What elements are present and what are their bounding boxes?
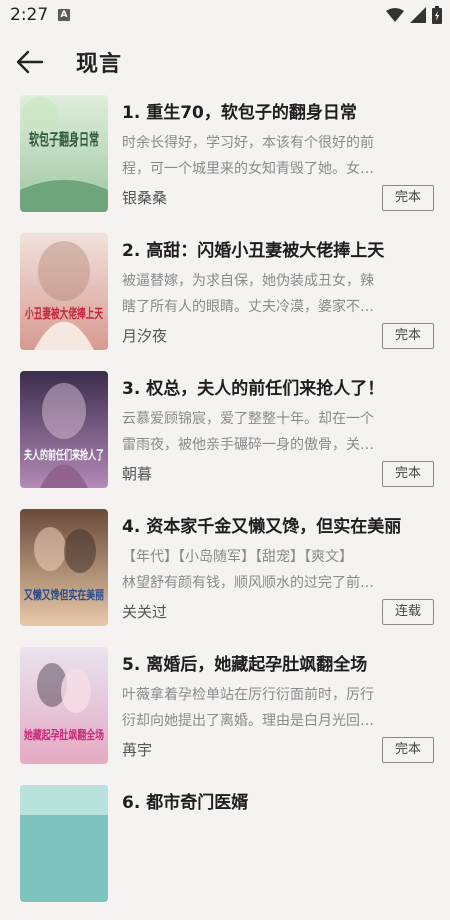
status-time: 2:27 <box>10 5 49 25</box>
status-badge: 完本 <box>382 185 434 211</box>
cover-title: 小丑妻被大佬捧上天 <box>25 306 104 322</box>
book-description: 被逼替嫁，为求自保，她伪装成丑女，辣 瞎了所有人的眼睛。丈夫冷漠，婆家不… <box>122 268 430 320</box>
book-cover: 她藏起孕肚飒翻全场 <box>20 647 108 764</box>
book-cover: 又懒又馋但实在美丽 <box>20 509 108 626</box>
app-bar: 现言 <box>0 32 450 92</box>
book-description-line: 云慕爱顾锦宸，爱了整整十年。却在一个 <box>122 411 374 427</box>
back-button[interactable] <box>14 46 46 78</box>
book-list: 软包子翻身日常 1. 重生70，软包子的翻身日常 时余长得好，学习好，本该有个很… <box>0 92 450 920</box>
wifi-icon <box>386 7 404 27</box>
page-title: 现言 <box>76 52 123 77</box>
cover-title: 她藏起孕肚飒翻全场 <box>24 727 104 742</box>
book-title: 6. 都市奇门医婿 <box>122 793 249 813</box>
book-title: 3. 权总，夫人的前任们来抢人了！ <box>122 379 385 399</box>
book-title: 2. 高甜：闪婚小丑妻被大佬捧上天 <box>122 241 385 261</box>
signal-icon <box>410 7 426 27</box>
cover-title: 软包子翻身日常 <box>29 130 99 149</box>
book-description-line: 林望舒有颜有钱，顺风顺水的过完了前… <box>122 575 374 591</box>
arrow-left-icon <box>14 50 46 82</box>
book-item[interactable]: 6. 都市奇门医婿 <box>0 782 450 920</box>
book-description-line: 瞎了所有人的眼睛。丈夫冷漠，婆家不… <box>122 299 374 315</box>
book-title: 5. 离婚后，她藏起孕肚飒翻全场 <box>122 655 368 675</box>
book-description-line: 程，可一个城里来的女知青毁了她。女… <box>122 161 374 177</box>
book-title: 1. 重生70，软包子的翻身日常 <box>122 103 357 123</box>
book-cover: 小丑妻被大佬捧上天 <box>20 233 108 350</box>
book-author: 关关过 <box>122 603 168 621</box>
book-description-line: 【年代】【小岛随军】【甜宠】【爽文】 <box>122 549 353 565</box>
status-bar: 2:27 A <box>0 0 450 32</box>
notification-icon: A <box>58 9 70 21</box>
book-description-line: 被逼替嫁，为求自保，她伪装成丑女，辣 <box>122 273 374 289</box>
book-author: 朝暮 <box>122 465 153 483</box>
book-item[interactable]: 软包子翻身日常 1. 重生70，软包子的翻身日常 时余长得好，学习好，本该有个很… <box>0 92 450 230</box>
book-item[interactable]: 夫人的前任们来抢人了 3. 权总，夫人的前任们来抢人了！ 云慕爱顾锦宸，爱了整整… <box>0 368 450 506</box>
book-cover: 软包子翻身日常 <box>20 95 108 212</box>
book-description-line: 叶薇拿着孕检单站在厉行衍面前时，厉行 <box>122 687 374 703</box>
status-badge: 完本 <box>382 461 434 487</box>
book-title: 4. 资本家千金又懒又馋，但实在美丽 <box>122 517 402 537</box>
status-badge: 连载 <box>382 599 434 625</box>
book-author: 月汐夜 <box>122 327 168 345</box>
book-item[interactable]: 她藏起孕肚飒翻全场 5. 离婚后，她藏起孕肚飒翻全场 叶薇拿着孕检单站在厉行衍面… <box>0 644 450 782</box>
book-description-line: 时余长得好，学习好，本该有个很好的前 <box>122 135 374 151</box>
battery-icon <box>432 6 442 28</box>
status-icons <box>386 6 442 28</box>
book-description: 云慕爱顾锦宸，爱了整整十年。却在一个 雷雨夜，被他亲手碾碎一身的傲骨，关… <box>122 406 430 458</box>
status-badge: 完本 <box>382 323 434 349</box>
book-description-line: 雷雨夜，被他亲手碾碎一身的傲骨，关… <box>122 437 374 453</box>
status-badge: 完本 <box>382 737 434 763</box>
book-item[interactable]: 又懒又馋但实在美丽 4. 资本家千金又懒又馋，但实在美丽 【年代】【小岛随军】【… <box>0 506 450 644</box>
book-description: 叶薇拿着孕检单站在厉行衍面前时，厉行 衍却向她提出了离婚。理由是白月光回… <box>122 682 430 734</box>
book-author: 银桑桑 <box>122 189 168 207</box>
book-item[interactable]: 小丑妻被大佬捧上天 2. 高甜：闪婚小丑妻被大佬捧上天 被逼替嫁，为求自保，她伪… <box>0 230 450 368</box>
cover-title: 夫人的前任们来抢人了 <box>23 447 104 462</box>
book-author: 苒宇 <box>122 741 153 759</box>
book-description: 【年代】【小岛随军】【甜宠】【爽文】 林望舒有颜有钱，顺风顺水的过完了前… <box>122 544 430 596</box>
book-cover: 夫人的前任们来抢人了 <box>20 371 108 488</box>
book-description: 时余长得好，学习好，本该有个很好的前 程，可一个城里来的女知青毁了她。女… <box>122 130 430 182</box>
book-cover <box>20 785 108 902</box>
book-description-line: 衍却向她提出了离婚。理由是白月光回… <box>122 713 374 729</box>
cover-title: 又懒又馋但实在美丽 <box>23 587 104 602</box>
